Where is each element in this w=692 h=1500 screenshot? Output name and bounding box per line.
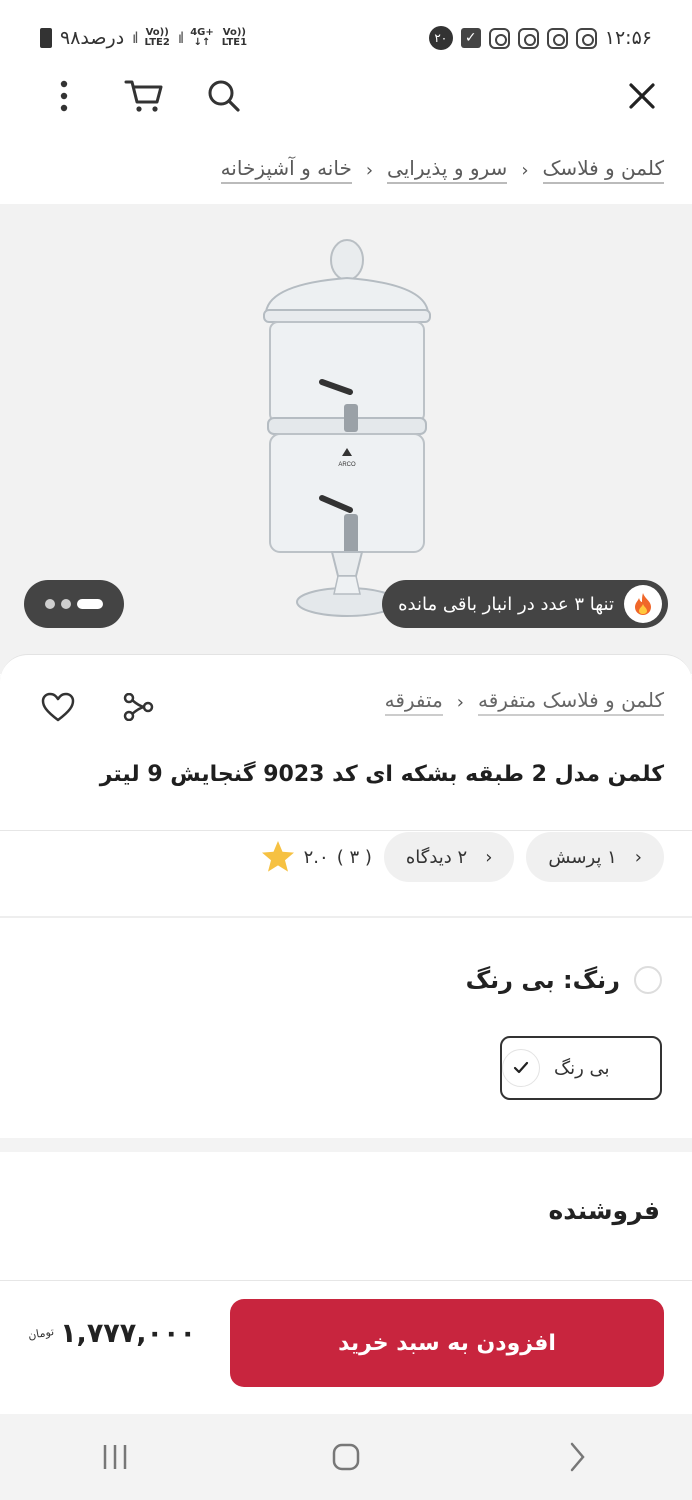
rating-value: ۲.۰ — [303, 846, 329, 868]
page-dot — [61, 599, 71, 609]
low-stock-text: تنها ۳ عدد در انبار باقی مانده — [398, 593, 614, 615]
breadcrumb: خانه و آشپزخانه ‹ سرو و پذیرایی ‹ کلمن و… — [220, 150, 664, 190]
reviews-chip-label: ۲ دیدگاه — [405, 846, 468, 868]
add-to-cart-button[interactable]: افزودن به سبد خرید — [230, 1299, 664, 1387]
chevron-left-icon: ‹ — [365, 159, 374, 181]
favorite-button[interactable] — [38, 688, 78, 726]
divider — [0, 916, 692, 918]
page-dot-active — [77, 599, 103, 609]
questions-chip-label: ۱ پرسش — [548, 846, 617, 868]
category-link-misc[interactable]: متفرقه — [384, 688, 443, 716]
instagram-icon — [575, 27, 597, 49]
breadcrumb-item-cooler-flask[interactable]: کلمن و فلاسک — [542, 156, 664, 184]
price-value: ۱,۷۷۷,۰۰۰ — [60, 1318, 196, 1349]
status-left: ۹۸درصد ıl Vo)) LTE2 ıl 4G+ ↓↑ Vo)) LTE1 — [40, 27, 247, 49]
close-button[interactable] — [612, 76, 672, 116]
chevron-left-icon: ‹ — [634, 846, 642, 868]
signal-icon: ıl — [132, 29, 139, 47]
recent-apps-icon — [104, 1445, 127, 1469]
gallery-pagination — [24, 580, 124, 628]
network-indicator: Vo)) LTE1 — [221, 27, 248, 48]
cart-button[interactable] — [114, 76, 174, 116]
product-title: کلمن مدل 2 طبقه بشکه ای کد 9023 گنجایش 9… — [99, 762, 664, 787]
rating: ۲.۰ ( ۳ ) — [260, 840, 372, 874]
home-button[interactable] — [316, 1432, 376, 1482]
currency-label: تومان — [27, 1324, 56, 1343]
product-categories: متفرقه ‹ کلمن و فلاسک متفرقه — [384, 688, 664, 716]
clock: ۱۲:۵۶ — [604, 27, 652, 49]
share-button[interactable] — [118, 690, 158, 724]
share-icon — [123, 693, 154, 721]
fire-icon — [624, 585, 662, 623]
category-link-cooler-misc[interactable]: کلمن و فلاسک متفرقه — [478, 688, 664, 716]
color-option-colorless[interactable]: بی رنگ — [500, 1036, 662, 1100]
cart-icon — [124, 80, 163, 112]
network-indicator: Vo)) LTE2 — [144, 27, 170, 48]
checkbox-notification-icon: ✓ — [460, 28, 481, 48]
seller-section-title: فروشنده — [548, 1196, 660, 1225]
chevron-left-icon: ‹ — [485, 846, 493, 868]
breadcrumb-item-serving[interactable]: سرو و پذیرایی — [387, 156, 508, 184]
close-icon — [629, 83, 655, 109]
page-dot — [45, 599, 55, 609]
notification-badge: ۲۰ — [428, 26, 453, 50]
rating-row: ۲.۰ ( ۳ ) ۲ دیدگاه ‹ ۱ پرسش ‹ — [260, 832, 664, 882]
color-label-text: رنگ: بی رنگ — [465, 966, 620, 994]
battery-level: ۹۸درصد — [60, 27, 125, 49]
more-button[interactable] — [34, 76, 94, 116]
status-bar: ۹۸درصد ıl Vo)) LTE2 ıl 4G+ ↓↑ Vo)) LTE1 … — [0, 0, 692, 76]
check-icon — [502, 1049, 540, 1087]
color-selection-label: رنگ: بی رنگ — [466, 966, 662, 994]
back-icon — [570, 1442, 585, 1472]
battery-icon — [40, 28, 52, 48]
instagram-icon — [517, 27, 539, 49]
recent-apps-button[interactable] — [85, 1432, 145, 1482]
rating-count: ( ۳ ) — [336, 846, 372, 868]
search-button[interactable] — [194, 76, 254, 116]
search-icon — [208, 80, 240, 112]
chevron-left-icon: ‹ — [521, 159, 529, 181]
section-separator — [0, 1138, 692, 1152]
reviews-chip[interactable]: ۲ دیدگاه ‹ — [383, 832, 515, 882]
back-button[interactable] — [547, 1432, 607, 1482]
signal-icon: ıl — [177, 29, 185, 47]
questions-chip[interactable]: ۱ پرسش ‹ — [526, 832, 664, 882]
instagram-icon — [546, 27, 568, 49]
status-right: ۲۰ ✓ ۱۲:۵۶ — [428, 26, 652, 50]
low-stock-badge: تنها ۳ عدد در انبار باقی مانده — [382, 580, 668, 628]
star-icon — [261, 841, 294, 872]
chevron-left-icon: ‹ — [456, 691, 464, 713]
instagram-icon — [488, 27, 510, 49]
price: تومان ۱,۷۷۷,۰۰۰ — [27, 1318, 196, 1349]
divider — [0, 830, 692, 831]
home-icon — [332, 1443, 360, 1471]
more-vertical-icon — [60, 80, 68, 112]
color-option-label: بی رنگ — [554, 1057, 610, 1079]
heart-icon — [41, 692, 75, 722]
color-swatch-icon — [634, 966, 662, 994]
system-navigation-bar — [0, 1414, 692, 1500]
brand-mark: ARCO — [338, 462, 356, 468]
breadcrumb-item-home-kitchen[interactable]: خانه و آشپزخانه — [220, 156, 352, 184]
network-indicator: 4G+ ↓↑ — [190, 27, 214, 48]
app-toolbar — [0, 76, 692, 146]
